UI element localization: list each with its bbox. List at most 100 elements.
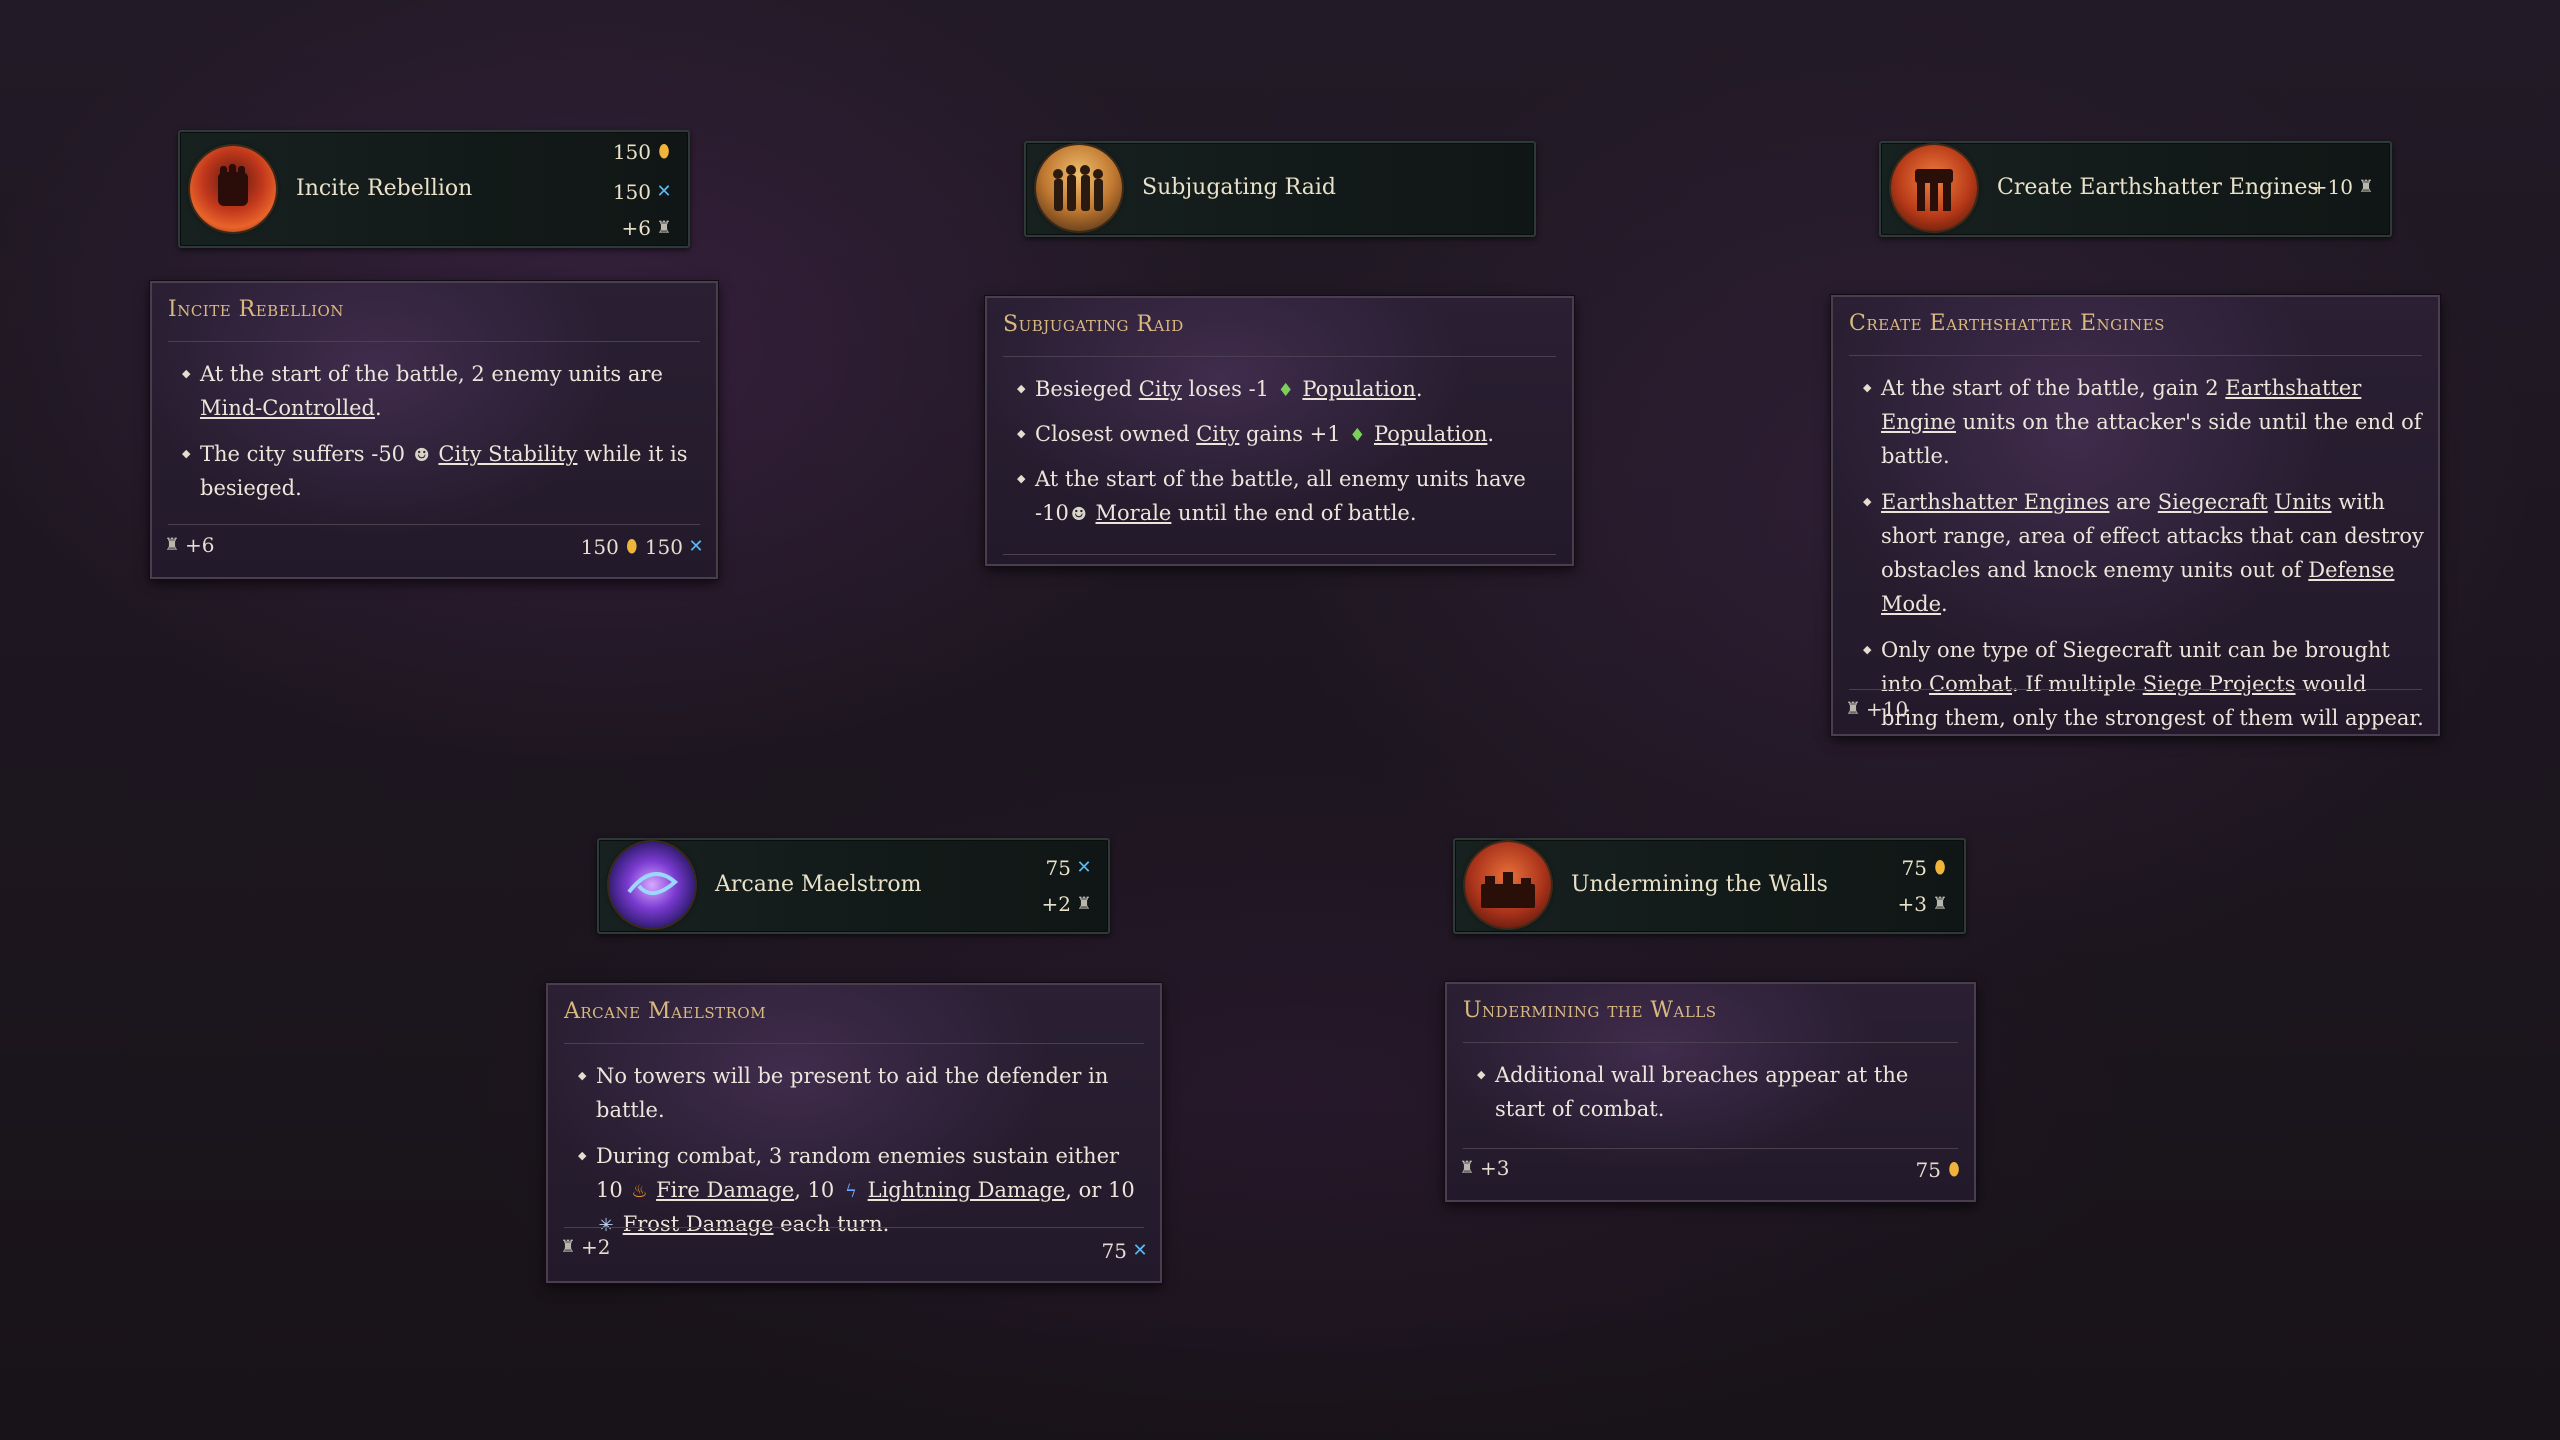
siege-value: +2 ♜ xyxy=(1042,892,1094,916)
link-fire-damage[interactable]: Fire Damage xyxy=(656,1178,794,1202)
gold-cost: 150 ⬮ xyxy=(613,140,674,164)
siege-progress-icon: ♜ xyxy=(656,218,672,238)
project-undermining-the-walls[interactable]: Undermining the Walls 75 ⬮ +3 ♜ xyxy=(1453,838,1966,934)
link-population[interactable]: Population xyxy=(1302,377,1415,401)
link-population[interactable]: Population xyxy=(1374,422,1487,446)
fire-icon: ♨ xyxy=(631,1181,648,1202)
tooltip-subjugating-raid: Subjugating Raid Besieged City loses -1 … xyxy=(985,296,1574,566)
effect-item: Besieged City loses -1 ♦ Population. xyxy=(1003,372,1560,406)
arcane-vortex-icon xyxy=(609,842,695,928)
siege-progress-icon: ♜ xyxy=(1932,894,1948,914)
divider xyxy=(168,524,700,525)
tooltip-undermining-the-walls: Undermining the Walls Additional wall br… xyxy=(1445,982,1976,1202)
effect-list: At the start of the battle, gain 2 Earth… xyxy=(1849,371,2426,747)
gold-dust-icon: ⬮ xyxy=(1934,857,1946,878)
city-stability-icon: ☻ xyxy=(413,445,430,466)
siege-value: +10 ♜ xyxy=(2311,175,2376,199)
tooltip-title: Subjugating Raid xyxy=(1003,312,1184,337)
tooltip-title: Arcane Maelstrom xyxy=(564,999,767,1024)
divider xyxy=(564,1227,1144,1228)
project-arcane-maelstrom[interactable]: Arcane Maelstrom 75 ✕ +2 ♜ xyxy=(597,838,1110,934)
tooltip-incite-rebellion: Incite Rebellion At the start of the bat… xyxy=(150,281,718,579)
link-city-stability[interactable]: City Stability xyxy=(438,442,577,466)
divider xyxy=(1849,689,2422,690)
morale-icon: ☻ xyxy=(1070,504,1087,525)
project-incite-rebellion[interactable]: Incite Rebellion 150 ⬮ 150 ✕ +6 ♜ xyxy=(178,130,690,248)
siege-value: +6 ♜ xyxy=(622,216,674,240)
tooltip-create-earthshatter-engines: Create Earthshatter Engines At the start… xyxy=(1831,295,2440,736)
link-city[interactable]: City xyxy=(1139,377,1182,401)
siege-progress-icon: ♜ xyxy=(2358,177,2374,197)
effect-list: Besieged City loses -1 ♦ Population. Clo… xyxy=(1003,372,1560,542)
project-title: Create Earthshatter Engines xyxy=(1997,175,2319,200)
siege-progress-icon: ♜ xyxy=(164,535,180,555)
fist-icon xyxy=(190,146,276,232)
raiders-icon xyxy=(1036,145,1122,231)
tooltip-title: Incite Rebellion xyxy=(168,297,344,322)
effect-item: Earthshatter Engines are Siegecraft Unit… xyxy=(1849,485,2426,621)
gold-dust-icon: ⬮ xyxy=(1948,1159,1960,1180)
cost-footer: 75 ✕ xyxy=(1102,1239,1150,1263)
gold-dust-icon: ⬮ xyxy=(658,141,670,162)
effect-item: At the start of the battle, all enemy un… xyxy=(1003,462,1560,530)
siege-value: ♜ +6 xyxy=(162,533,214,557)
divider xyxy=(1849,355,2422,356)
link-frost-damage[interactable]: Frost Damage xyxy=(623,1212,774,1236)
mana-icon: ✕ xyxy=(688,536,704,557)
population-icon: ♦ xyxy=(1277,380,1294,401)
tooltip-arcane-maelstrom: Arcane Maelstrom No towers will be prese… xyxy=(546,983,1162,1283)
divider xyxy=(1463,1042,1958,1043)
effect-item: No towers will be present to aid the def… xyxy=(564,1059,1148,1127)
gold-cost: 75 ⬮ xyxy=(1902,856,1950,880)
tooltip-title: Create Earthshatter Engines xyxy=(1849,311,2165,336)
link-siege-projects[interactable]: Siege Projects xyxy=(2143,672,2296,696)
effect-list: No towers will be present to aid the def… xyxy=(564,1059,1148,1253)
effect-item: At the start of the battle, gain 2 Earth… xyxy=(1849,371,2426,473)
project-subjugating-raid[interactable]: Subjugating Raid xyxy=(1024,141,1536,237)
siege-value: ♜ +3 xyxy=(1457,1156,1509,1180)
divider xyxy=(564,1043,1144,1044)
effect-item: During combat, 3 random enemies sustain … xyxy=(564,1139,1148,1241)
broken-wall-icon xyxy=(1465,842,1551,928)
link-mind-controlled[interactable]: Mind-Controlled xyxy=(200,396,375,420)
effect-item: Only one type of Siegecraft unit can be … xyxy=(1849,633,2426,735)
cost-footer: 150 ⬮ 150 ✕ xyxy=(581,535,706,559)
link-morale[interactable]: Morale xyxy=(1096,501,1172,525)
divider xyxy=(168,341,700,342)
divider xyxy=(1003,356,1556,357)
mana-cost: 75 ✕ xyxy=(1046,856,1094,880)
lightning-icon: ϟ xyxy=(845,1181,857,1202)
effect-list: Additional wall breaches appear at the s… xyxy=(1463,1058,1962,1138)
link-city[interactable]: City xyxy=(1196,422,1239,446)
link-earthshatter-engines[interactable]: Earthshatter Engines xyxy=(1881,490,2109,514)
mana-icon: ✕ xyxy=(1076,857,1092,878)
frost-icon: ✳ xyxy=(598,1215,614,1236)
link-units[interactable]: Units xyxy=(2274,490,2331,514)
siege-progress-icon: ♜ xyxy=(1076,894,1092,914)
link-combat[interactable]: Combat xyxy=(1929,672,2012,696)
project-title: Subjugating Raid xyxy=(1142,175,1336,200)
mana-icon: ✕ xyxy=(1132,1240,1148,1261)
effect-item: At the start of the battle, 2 enemy unit… xyxy=(168,357,704,425)
link-siegecraft[interactable]: Siegecraft xyxy=(2158,490,2268,514)
mana-cost: 150 ✕ xyxy=(613,180,674,204)
mana-icon: ✕ xyxy=(656,181,672,202)
effect-item: Closest owned City gains +1 ♦ Population… xyxy=(1003,417,1560,451)
project-title: Arcane Maelstrom xyxy=(715,872,922,897)
population-icon: ♦ xyxy=(1349,425,1366,446)
siege-engine-icon xyxy=(1891,145,1977,231)
gold-dust-icon: ⬮ xyxy=(626,536,638,557)
tooltip-title: Undermining the Walls xyxy=(1463,998,1717,1023)
link-lightning-damage[interactable]: Lightning Damage xyxy=(868,1178,1066,1202)
project-title: Undermining the Walls xyxy=(1571,872,1828,897)
project-create-earthshatter-engines[interactable]: Create Earthshatter Engines +10 ♜ xyxy=(1879,141,2392,237)
siege-progress-icon: ♜ xyxy=(560,1237,576,1257)
effect-item: Additional wall breaches appear at the s… xyxy=(1463,1058,1962,1126)
siege-progress-icon: ♜ xyxy=(1845,699,1861,719)
cost-footer: 75 ⬮ xyxy=(1916,1158,1964,1182)
effect-list: At the start of the battle, 2 enemy unit… xyxy=(168,357,704,517)
siege-value: +3 ♜ xyxy=(1898,892,1950,916)
siege-value: ♜ +2 xyxy=(558,1235,610,1259)
siege-progress-icon: ♜ xyxy=(1459,1158,1475,1178)
effect-item: The city suffers -50 ☻ City Stability wh… xyxy=(168,437,704,505)
